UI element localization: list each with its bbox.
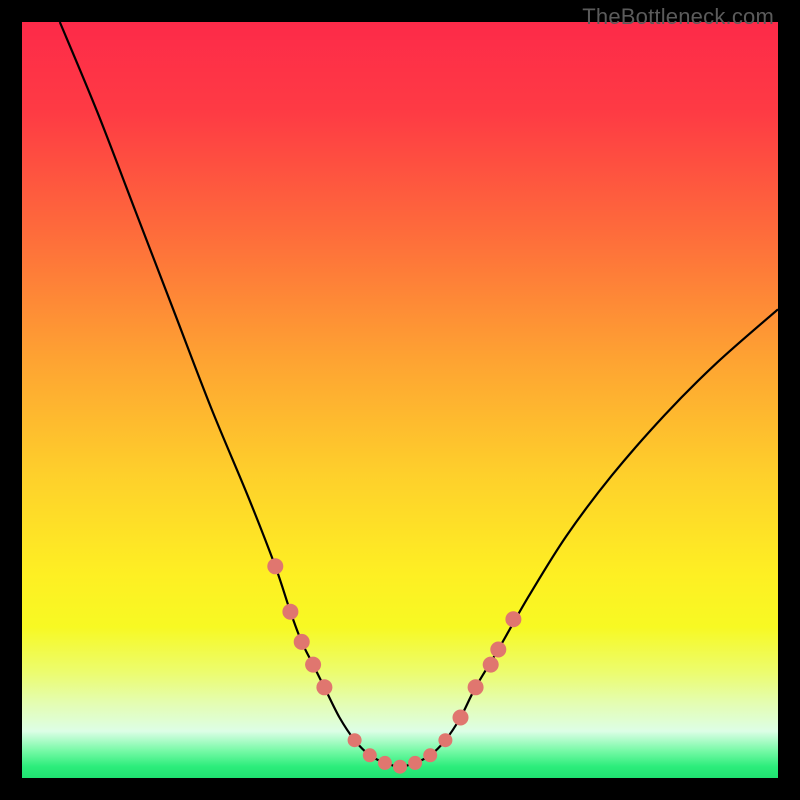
marker-dot	[423, 748, 437, 762]
marker-dot	[348, 733, 362, 747]
chart-svg	[22, 22, 778, 778]
marker-dot	[393, 760, 407, 774]
data-markers	[267, 558, 521, 773]
marker-dot	[378, 756, 392, 770]
marker-dot	[282, 604, 298, 620]
marker-dot	[483, 657, 499, 673]
marker-dot	[468, 679, 484, 695]
marker-dot	[363, 748, 377, 762]
marker-dot	[453, 710, 469, 726]
marker-dot	[294, 634, 310, 650]
marker-dot	[305, 657, 321, 673]
marker-dot	[490, 642, 506, 658]
marker-dot	[408, 756, 422, 770]
bottleneck-curve	[60, 22, 778, 767]
marker-dot	[505, 611, 521, 627]
marker-dot	[316, 679, 332, 695]
marker-dot	[438, 733, 452, 747]
marker-dot	[267, 558, 283, 574]
watermark-text: TheBottleneck.com	[582, 4, 774, 30]
